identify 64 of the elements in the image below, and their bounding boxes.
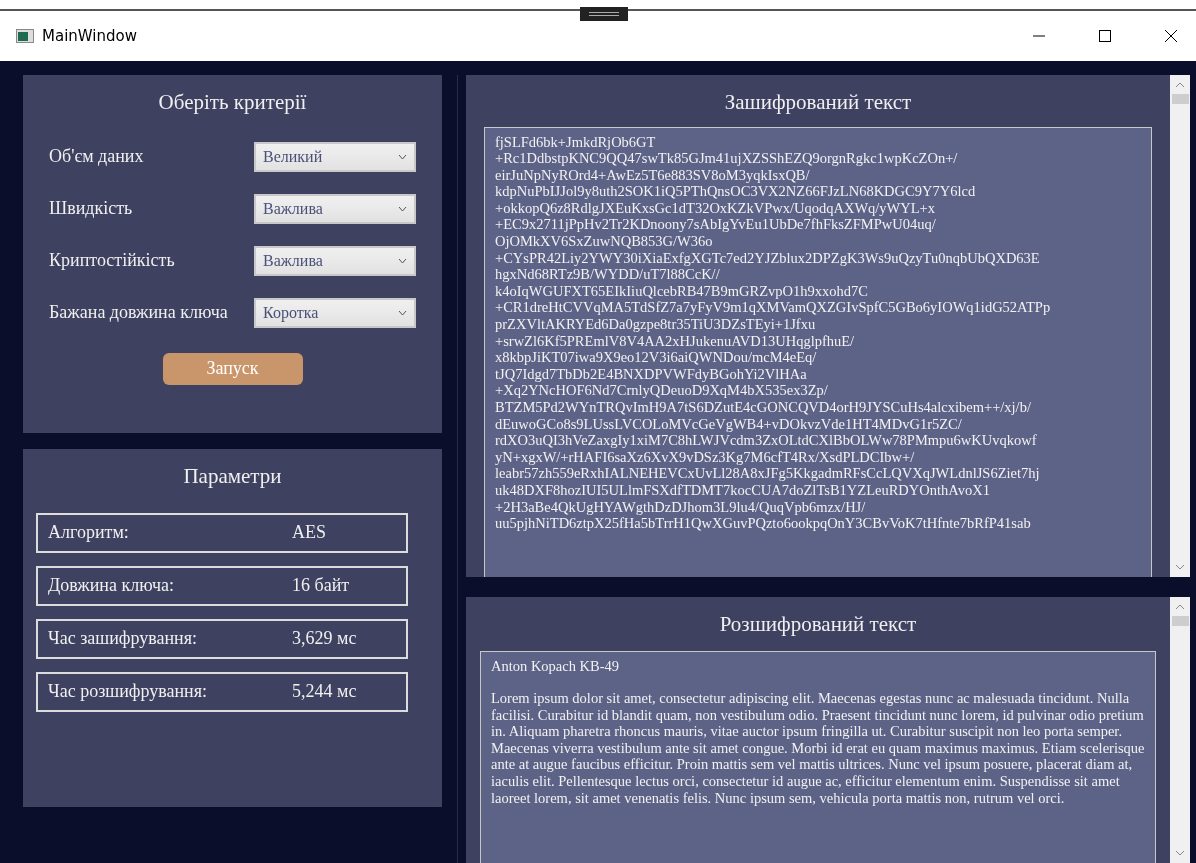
scroll-thumb[interactable] bbox=[1171, 94, 1189, 104]
cipher-line: hgxNd68RTz9B/WYDD/uT7l88CcK// bbox=[495, 266, 721, 283]
cipher-line: +okkopQ6z8RdlgJXEuKxsGc1dT32OxKZkVPwx/UqodqAXWq/yWYL+x bbox=[495, 199, 937, 217]
cipher-line: x8kbpJiKT07iwa9X9eo12V3i6aiQWNDou/mcM4eEq/ bbox=[495, 349, 818, 366]
cipher-line: rdXO3uQI3hVeZaxgIy1xiM7C8hLWJVcdm3ZxOLtdCXlBbOLWw78PMmpu6wKUvqkowf bbox=[495, 432, 1038, 449]
cipher-line: eirJuNpNyROrd4+AwEz5T6e883SV8oM3yqkIsxQB/ bbox=[495, 166, 811, 184]
cipher-line: fjSLFd6bk+JmkdRjOb6GT bbox=[495, 133, 657, 151]
maximize-icon[interactable] bbox=[1098, 29, 1112, 43]
parameter-value: 3,629 мс bbox=[292, 627, 357, 650]
dropdown[interactable]: Важлива bbox=[254, 193, 416, 224]
cipher-line: yN+xgxW/+rHAFI6saXz6XvX9vDSz3Kg7M6cfT4Rx/XsdPLDCIbw+/ bbox=[495, 448, 916, 466]
panel-title: Зашифрований текст bbox=[723, 89, 913, 116]
panel-title: Параметри bbox=[182, 463, 283, 490]
cipher-line: +2H3aBe4QkUgHYAWgthDzDJhom3L9lu4/QuqVpb6mzx/HJ/ bbox=[495, 498, 867, 516]
chevron-down-icon bbox=[398, 153, 407, 160]
field-label: Бажана довжина ключа bbox=[49, 301, 228, 324]
dropdown[interactable]: Важлива bbox=[254, 245, 416, 276]
panel-title: Розшифрований текст bbox=[718, 611, 918, 638]
cipher-line: k4oIqWGUFXT65EIkIiuQlcebRB47B9mGRZvpO1h9xxohd7C bbox=[495, 282, 869, 300]
chevron-down-icon bbox=[398, 205, 407, 212]
parameter-value: AES bbox=[292, 521, 326, 544]
scrollbar[interactable] bbox=[1170, 75, 1190, 577]
close-icon[interactable] bbox=[1164, 29, 1178, 43]
cipher-line: prZXVltAKRYEd6Da0gzpe8tr35TiU3DZsTEyi+1Jfxu bbox=[495, 316, 817, 333]
cipher-line: +srwZl6Kf5PREmlV8V4AA2xHJukenuAVD13UHqglpfhuE/ bbox=[495, 332, 856, 350]
drag-handle-icon[interactable] bbox=[580, 7, 628, 21]
dropdown[interactable]: Великий bbox=[254, 141, 416, 172]
cipher-line: tJQ7Idgd7TbDb2E4BNXDPVWFdyBGohYi2VlHAa bbox=[495, 365, 808, 383]
chevron-down-icon bbox=[398, 309, 407, 316]
cipher-line: kdpNuPbIJJol9y8uth2SOK1iQ5PThQnsOC3VX2NZ66FJzLN68KDGC9Y7Y6lcd bbox=[495, 183, 977, 200]
panel-title: Оберіть критерії bbox=[157, 89, 308, 116]
scroll-up-icon[interactable] bbox=[1175, 604, 1185, 610]
cipher-line: BTZM5Pd2WYnTRQvImH9A7tS6DZutE4cGONCQVD4orH9JYSCuHs4alcxibem++/xj/b/ bbox=[495, 399, 1032, 416]
cipher-line: uu5pjhNiTD6ztpX25fHa5bTrrH1QwXGuvPQzto6ookpqOnY3CBvVoK7tHfnte7bRfP41sab bbox=[495, 515, 1032, 532]
scrollbar[interactable] bbox=[1170, 597, 1190, 863]
parameter-value: 5,244 мс bbox=[292, 680, 357, 703]
scroll-down-icon[interactable] bbox=[1175, 850, 1185, 856]
scroll-up-icon[interactable] bbox=[1175, 82, 1185, 88]
decrypted-text-box[interactable] bbox=[480, 650, 1156, 863]
field-label: Криптостійкість bbox=[49, 249, 175, 272]
parameter-value: 16 байт bbox=[292, 574, 350, 597]
cipher-line: uk48DXF8hozIUI5ULlmFSXdfTDMT7kocCUA7doZlTsB1YZLeuRDYOnthAvoX1 bbox=[495, 481, 991, 499]
cipher-line: OjOMkXV6SxZuwNQB853G/W36o bbox=[495, 233, 714, 250]
app-icon bbox=[16, 29, 34, 43]
scroll-thumb[interactable] bbox=[1171, 616, 1189, 626]
parameter-label: Алгоритм: bbox=[48, 521, 130, 544]
cipher-line: +Rc1DdbstpKNC9QQ47swTk85GJm41ujXZSShEZQ9orgnRgkc1wpKcZOn+/ bbox=[495, 150, 959, 167]
window-title: MainWindow bbox=[42, 25, 137, 47]
text-paragraph: Lorem ipsum dolor sit amet, consectetur adipiscing elit. Maecenas egestas nunc ac malesuada tincidunt. Nulla facilisi. Curabitur id blandit quam, non vestibulum odio. Praesent tincidunt nunc lorem, id pulvinar odio pretium in. Aliquam pharetra rhoncus mauris, vitae auctor ipsum fringilla ut. Curabitur suscipit non leo porta semper. Maecenas viverra vestibulum ante sit amet congue. Morbi id erat eu quam maximus maximus. Etiam scelerisque ante at augue faucibus efficitur. Proin mattis sem vel mattis ultrices. Nunc vel ipsum posuere, placerat diam at, iaculis elit. Pellentesque lectus orci, consectetur id augue ac, efficitur elementum enim. Suspendisse sit amet laoreet lorem, sit amet venenatis felis. Nunc ipsum sem, vehicula porta mattis non, rutrum vel orci. bbox=[491, 690, 1145, 807]
field-label: Швидкість bbox=[49, 197, 133, 220]
cipher-line: dEuwoGCo8s9LUssLVCOLoMVcGeVgWB4+vDOkvzVde1HT4MDvG1r5ZC/ bbox=[495, 415, 963, 433]
dropdown[interactable]: Коротка bbox=[254, 297, 416, 328]
scroll-down-icon[interactable] bbox=[1175, 564, 1185, 570]
field-label: Об'єм даних bbox=[49, 145, 144, 168]
cipher-line: +EC9x2711jPpHv2Tr2KDnoony7sAbIgYvEu1UbDe7fhFksZFMPwU04uq/ bbox=[495, 216, 937, 234]
cipher-line: +CYsPR42Liy2YWY30iXiaExfgXGTc7ed2YJZblux2DPZgK3Ws9uQzyTu0nqbUbQXD63E bbox=[495, 249, 1041, 267]
chevron-down-icon bbox=[398, 257, 407, 264]
cipher-line: leabr57zh559eRxhIALNEHEVCxUvLl28A8xJFg5KkgadmRFsCcLQVXqJWLdnlJS6Ziet7hj bbox=[495, 465, 1041, 482]
parameter-label: Довжина ключа: bbox=[48, 574, 175, 597]
cipher-line: +Xq2YNcHOF6Nd7CrnlyQDeuoD9XqM4bX535ex3Zp/ bbox=[495, 382, 829, 399]
parameter-label: Час зашифрування: bbox=[48, 627, 198, 650]
text-paragraph: Anton Kopach KB-49 bbox=[491, 657, 621, 675]
cipher-line: +CR1dreHtCVVqMA5TdSfZ7a7yFyV9m1qXMVamQXZGIvSpfC5GBo6yIOWq1idG52ATPp bbox=[495, 299, 1052, 317]
parameter-label: Час розшифрування: bbox=[48, 680, 208, 703]
